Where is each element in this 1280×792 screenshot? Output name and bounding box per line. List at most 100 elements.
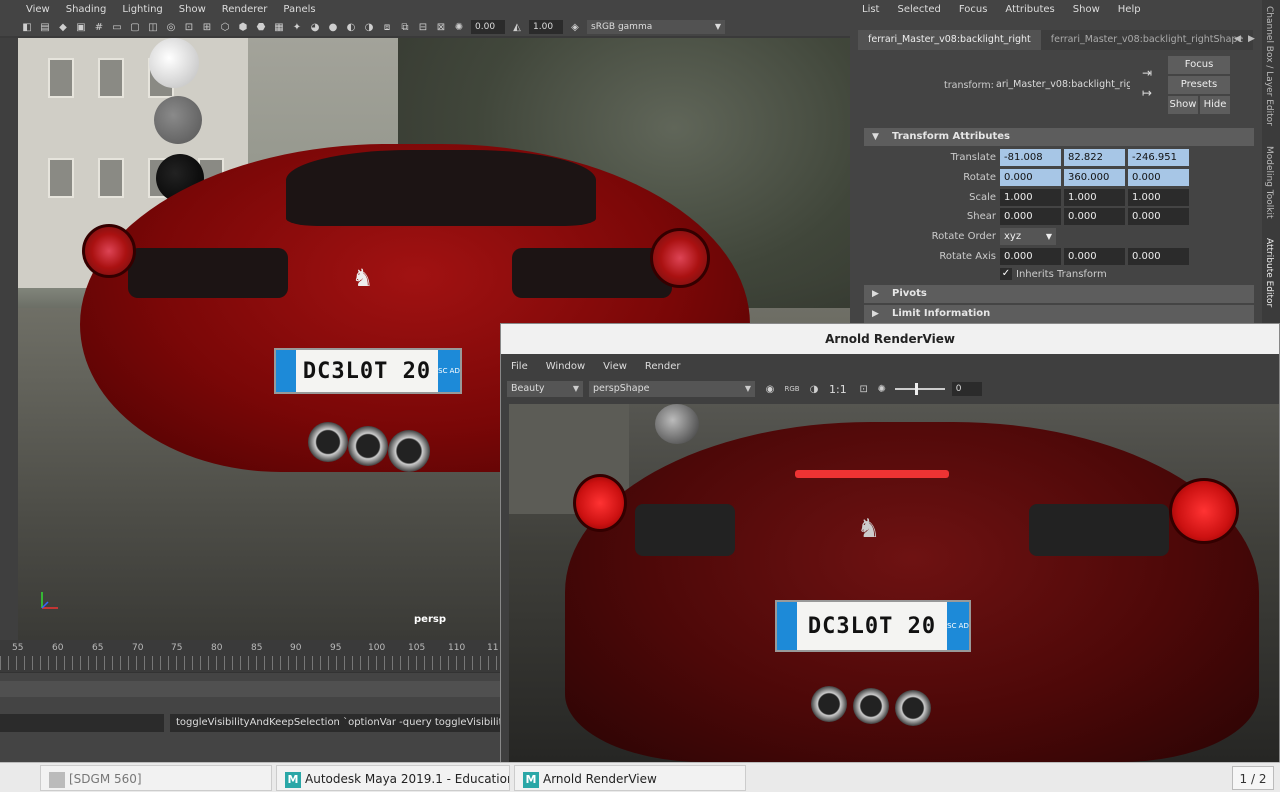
workspace-pager[interactable]: 1 / 2 bbox=[1232, 766, 1274, 790]
hide-button[interactable]: Hide bbox=[1200, 96, 1230, 114]
license-plate[interactable]: DC3L0T 20 SC AD bbox=[274, 348, 462, 394]
focus-output-icon[interactable]: ↦ bbox=[1142, 86, 1152, 100]
section-transform-attributes[interactable]: ▼ Transform Attributes bbox=[864, 128, 1254, 146]
menu-help[interactable]: Help bbox=[1106, 4, 1147, 15]
smooth-shade-icon[interactable]: ⬢ bbox=[236, 20, 250, 34]
time-slider[interactable]: 55 60 65 70 75 80 85 90 95 100 105 110 1… bbox=[0, 640, 502, 672]
exposure-icon[interactable]: ✺ bbox=[452, 20, 466, 34]
xray-components-icon[interactable]: ⊠ bbox=[434, 20, 448, 34]
gamma-icon[interactable]: ◭ bbox=[510, 20, 524, 34]
tab-shape-node[interactable]: ferrari_Master_v08:backlight_rightShape bbox=[1040, 30, 1254, 50]
rgb-channel-icon[interactable]: RGB bbox=[784, 382, 799, 396]
menu-view[interactable]: View bbox=[593, 361, 635, 372]
side-tab-channel-box[interactable]: Channel Box / Layer Editor bbox=[1264, 6, 1274, 126]
image-plane-icon[interactable]: ▣ bbox=[74, 20, 88, 34]
aov-dropdown[interactable]: Beauty ▼ bbox=[507, 381, 583, 397]
tab-scroll-right-icon[interactable]: ▶ bbox=[1248, 34, 1255, 44]
xray-joints-icon[interactable]: ⊟ bbox=[416, 20, 430, 34]
taillight-right[interactable] bbox=[650, 228, 710, 288]
show-button[interactable]: Show bbox=[1168, 96, 1198, 114]
wireframe-on-shaded-icon[interactable]: ⬣ bbox=[254, 20, 268, 34]
tab-transform-node[interactable]: ferrari_Master_v08:backlight_right bbox=[858, 30, 1041, 50]
task-arnold-renderview[interactable]: M Arnold RenderView bbox=[514, 765, 746, 791]
scale-y-field[interactable]: 1.000 bbox=[1064, 189, 1125, 206]
render-image[interactable]: ♞ DC3L0T 20 SC AD bbox=[509, 404, 1279, 762]
use-lights-icon[interactable]: ✦ bbox=[290, 20, 304, 34]
anti-alias-icon[interactable]: ◑ bbox=[362, 20, 376, 34]
presets-button[interactable]: Presets bbox=[1168, 76, 1230, 94]
fit-frame-icon[interactable]: ⊡ bbox=[857, 382, 871, 396]
task-maya[interactable]: M Autodesk Maya 2019.1 - Educationa... bbox=[276, 765, 510, 791]
slider-handle[interactable] bbox=[914, 383, 918, 395]
menu-selected[interactable]: Selected bbox=[885, 4, 946, 15]
rotate-x-field[interactable]: 0.000 bbox=[1000, 169, 1061, 186]
colorspace-dropdown[interactable]: sRGB gamma ▼ bbox=[587, 20, 725, 34]
grid-toggle-icon[interactable]: # bbox=[92, 20, 106, 34]
shadows-icon[interactable]: ◕ bbox=[308, 20, 322, 34]
rotate-order-dropdown[interactable]: xyz ▼ bbox=[1000, 228, 1056, 245]
range-track[interactable] bbox=[0, 681, 502, 697]
scale-z-field[interactable]: 1.000 bbox=[1128, 189, 1189, 206]
command-input[interactable] bbox=[0, 714, 164, 732]
window-title[interactable]: Arnold RenderView bbox=[501, 324, 1279, 354]
timeline-ruler[interactable] bbox=[0, 656, 502, 670]
rotate-z-field[interactable]: 0.000 bbox=[1128, 169, 1189, 186]
side-tab-modeling-toolkit[interactable]: Modeling Toolkit bbox=[1264, 146, 1274, 219]
bookmark-icon[interactable]: ◆ bbox=[56, 20, 70, 34]
menu-show[interactable]: Show bbox=[171, 4, 214, 15]
isolate-select-icon[interactable]: ⧈ bbox=[380, 20, 394, 34]
safe-title-icon[interactable]: ⊞ bbox=[200, 20, 214, 34]
gray-reference-sphere[interactable] bbox=[154, 96, 202, 144]
menu-renderer[interactable]: Renderer bbox=[214, 4, 276, 15]
range-slider[interactable] bbox=[0, 672, 502, 708]
camera-dropdown[interactable]: perspShape ▼ bbox=[589, 381, 755, 397]
rotate-axis-y-field[interactable]: 0.000 bbox=[1064, 248, 1125, 265]
camera-select-icon[interactable]: ◧ bbox=[20, 20, 34, 34]
menu-show[interactable]: Show bbox=[1061, 4, 1106, 15]
tab-scroll-left-icon[interactable]: ◀ bbox=[1234, 34, 1241, 44]
exposure-icon[interactable]: ✺ bbox=[875, 382, 889, 396]
motion-blur-icon[interactable]: ◐ bbox=[344, 20, 358, 34]
alpha-channel-icon[interactable]: ◑ bbox=[807, 382, 821, 396]
white-reference-sphere[interactable] bbox=[149, 38, 199, 88]
gamma-field[interactable]: 1.00 bbox=[529, 20, 563, 34]
film-gate-icon[interactable]: ▭ bbox=[110, 20, 124, 34]
rotate-y-field[interactable]: 360.000 bbox=[1064, 169, 1125, 186]
exposure-field[interactable]: 0.00 bbox=[471, 20, 505, 34]
gate-mask-icon[interactable]: ◫ bbox=[146, 20, 160, 34]
color-management-icon[interactable]: ◈ bbox=[568, 20, 582, 34]
menu-window[interactable]: Window bbox=[536, 361, 593, 372]
menu-render[interactable]: Render bbox=[635, 361, 689, 372]
scale-x-field[interactable]: 1.000 bbox=[1000, 189, 1061, 206]
exposure-slider[interactable] bbox=[894, 383, 945, 395]
focus-input-icon[interactable]: ⇥ bbox=[1142, 66, 1152, 80]
wireframe-icon[interactable]: ⬡ bbox=[218, 20, 232, 34]
menu-list[interactable]: List bbox=[850, 4, 885, 15]
translate-z-field[interactable]: -246.951 bbox=[1128, 149, 1189, 166]
rotate-axis-z-field[interactable]: 0.000 bbox=[1128, 248, 1189, 265]
menu-view[interactable]: View bbox=[18, 4, 58, 15]
translate-x-field[interactable]: -81.008 bbox=[1000, 149, 1061, 166]
shear-yz-field[interactable]: 0.000 bbox=[1128, 208, 1189, 225]
rotate-axis-x-field[interactable]: 0.000 bbox=[1000, 248, 1061, 265]
menu-shading[interactable]: Shading bbox=[58, 4, 115, 15]
resolution-gate-icon[interactable]: ▢ bbox=[128, 20, 142, 34]
menu-panels[interactable]: Panels bbox=[275, 4, 323, 15]
screen-space-ao-icon[interactable]: ● bbox=[326, 20, 340, 34]
ratio-label[interactable]: 1:1 bbox=[829, 383, 847, 396]
safe-action-icon[interactable]: ⊡ bbox=[182, 20, 196, 34]
shear-xz-field[interactable]: 0.000 bbox=[1064, 208, 1125, 225]
translate-y-field[interactable]: 82.822 bbox=[1064, 149, 1125, 166]
inherits-transform-checkbox[interactable]: ✓ bbox=[1000, 268, 1012, 280]
menu-attributes[interactable]: Attributes bbox=[993, 4, 1060, 15]
section-pivots[interactable]: ▶ Pivots bbox=[864, 285, 1254, 303]
menu-focus[interactable]: Focus bbox=[947, 4, 994, 15]
task-sdgm560[interactable]: [SDGM 560] bbox=[40, 765, 272, 791]
xray-icon[interactable]: ⧉ bbox=[398, 20, 412, 34]
render-refresh-icon[interactable]: ◉ bbox=[763, 382, 777, 396]
menu-file[interactable]: File bbox=[501, 361, 536, 372]
section-limit-information[interactable]: ▶ Limit Information bbox=[864, 305, 1254, 323]
side-tab-attribute-editor[interactable]: Attribute Editor bbox=[1264, 238, 1274, 307]
menu-lighting[interactable]: Lighting bbox=[114, 4, 170, 15]
shear-xy-field[interactable]: 0.000 bbox=[1000, 208, 1061, 225]
